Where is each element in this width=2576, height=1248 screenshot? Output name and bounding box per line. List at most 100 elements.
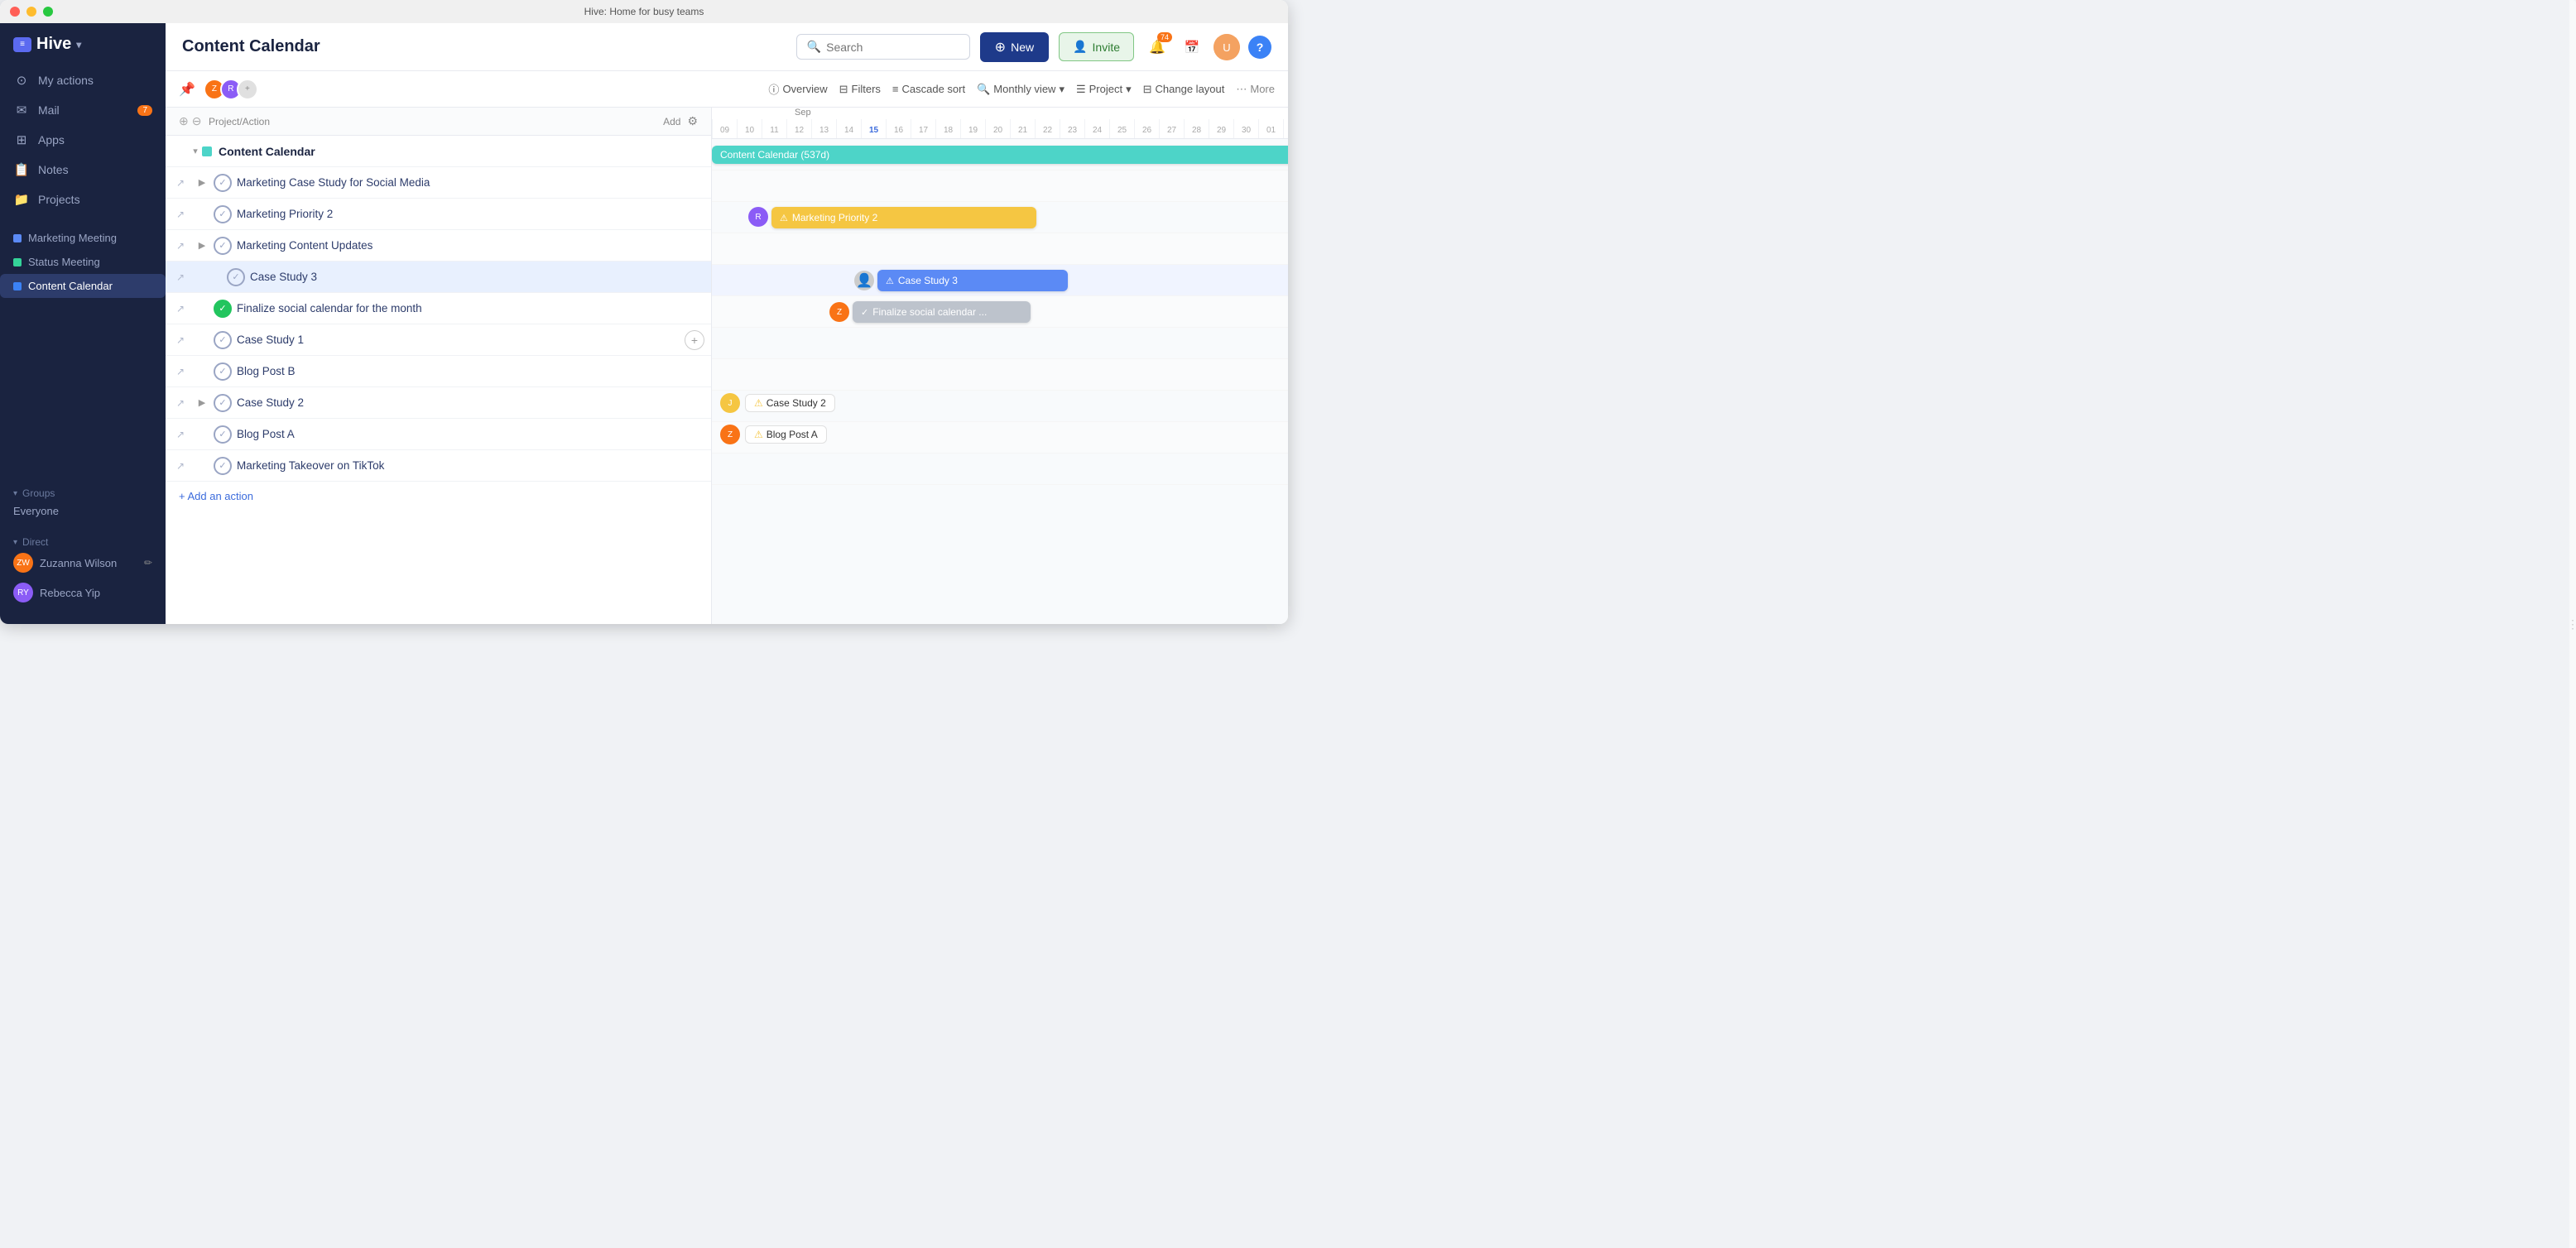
check-circle[interactable]: ✓ bbox=[214, 331, 232, 349]
day-02: 02 bbox=[1283, 119, 1288, 138]
external-link-icon[interactable]: ↗ bbox=[172, 209, 189, 220]
day-01: 01 bbox=[1258, 119, 1283, 138]
day-13: 13 bbox=[811, 119, 836, 138]
add-action-row[interactable]: + Add an action bbox=[166, 482, 711, 511]
direct-header[interactable]: ▾ Direct bbox=[13, 536, 152, 548]
expand-icon[interactable]: ▶ bbox=[195, 240, 209, 251]
check-circle[interactable]: ✓ bbox=[214, 425, 232, 444]
case-study-2-label[interactable]: J ⚠ Case Study 2 bbox=[720, 393, 835, 413]
sidebar-item-content-calendar[interactable]: Content Calendar bbox=[0, 274, 166, 298]
calendar-button[interactable]: 📅 bbox=[1179, 34, 1205, 60]
blog-post-a-label[interactable]: Z ⚠ Blog Post A bbox=[720, 425, 827, 444]
action-name[interactable]: Case Study 2 bbox=[237, 396, 704, 409]
direct-contact-rebecca[interactable]: RY Rebecca Yip bbox=[13, 578, 152, 607]
case-study-3-bar[interactable]: ⚠ Case Study 3 bbox=[877, 270, 1068, 291]
col-add-header[interactable]: Add bbox=[663, 116, 680, 127]
external-link-icon[interactable]: ↗ bbox=[172, 334, 189, 346]
collapse-all-icon[interactable]: ⊖ bbox=[192, 114, 202, 128]
project-expand-icon[interactable]: ▾ bbox=[189, 146, 202, 156]
search-box[interactable]: 🔍 bbox=[796, 34, 970, 60]
minimize-button[interactable] bbox=[26, 7, 36, 17]
traffic-lights bbox=[10, 7, 53, 17]
close-button[interactable] bbox=[10, 7, 20, 17]
pin-button[interactable]: 📌 bbox=[179, 81, 195, 98]
sidebar-item-status-meeting[interactable]: Status Meeting bbox=[0, 250, 166, 274]
finalize-social-bar[interactable]: ✓ Finalize social calendar ... bbox=[853, 301, 1031, 323]
avatar-add[interactable]: + bbox=[237, 79, 258, 100]
project-btn[interactable]: ☰ Project ▾ bbox=[1076, 83, 1132, 96]
invite-button[interactable]: 👤 Invite bbox=[1059, 32, 1134, 61]
sidebar-item-notes[interactable]: 📋 Notes bbox=[0, 155, 166, 185]
action-name[interactable]: Case Study 3 bbox=[250, 271, 704, 283]
check-circle[interactable]: ✓ bbox=[214, 205, 232, 223]
main-content: Content Calendar 🔍 ⊕ New 👤 Invite 🔔 74 bbox=[166, 23, 1288, 624]
action-name[interactable]: Blog Post B bbox=[237, 365, 704, 377]
check-circle[interactable]: ✓ bbox=[214, 362, 232, 381]
content-area: ⊕ ⊖ Project/Action Add ⚙ ▾ Content C bbox=[166, 108, 1288, 624]
action-row: ↗ ✓ Blog Post B bbox=[166, 356, 711, 387]
direct-contact-zuzanna[interactable]: ZW Zuzanna Wilson ✏ bbox=[13, 548, 152, 578]
day-09: 09 bbox=[712, 119, 737, 138]
marketing-priority-bar[interactable]: ⚠ Marketing Priority 2 bbox=[771, 207, 1036, 228]
expand-all-icon[interactable]: ⊕ bbox=[179, 114, 189, 128]
gantt-row-marketing-content bbox=[712, 233, 1288, 265]
action-name[interactable]: Marketing Priority 2 bbox=[237, 208, 704, 220]
gantt-area[interactable]: Sep 09 10 11 12 13 14 15 16 17 18 bbox=[712, 108, 1288, 624]
external-link-icon[interactable]: ↗ bbox=[172, 177, 189, 189]
sidebar-item-marketing-meeting[interactable]: Marketing Meeting bbox=[0, 226, 166, 250]
change-layout-btn[interactable]: ⊟ Change layout bbox=[1143, 83, 1225, 96]
gantt-rows: Content Calendar (537d) R ⚠ bbox=[712, 139, 1288, 485]
search-input[interactable] bbox=[826, 41, 959, 54]
app-window: Hive: Home for busy teams ≡ Hive ▾ ⊙ My … bbox=[0, 0, 1288, 624]
action-name[interactable]: Blog Post A bbox=[237, 428, 704, 440]
content-calendar-bar[interactable]: Content Calendar (537d) bbox=[712, 146, 1288, 164]
action-name[interactable]: Case Study 1 bbox=[237, 334, 685, 346]
action-name[interactable]: Marketing Content Updates bbox=[237, 239, 704, 252]
external-link-icon[interactable]: ↗ bbox=[172, 271, 189, 283]
check-circle[interactable]: ✓ bbox=[214, 300, 232, 318]
project-name: Content Calendar bbox=[219, 145, 315, 158]
action-name[interactable]: Marketing Case Study for Social Media bbox=[237, 176, 704, 189]
sidebar-item-mail[interactable]: ✉ Mail 7 bbox=[0, 95, 166, 125]
col-settings-icon[interactable]: ⚙ bbox=[687, 114, 698, 128]
check-circle[interactable]: ✓ bbox=[214, 174, 232, 192]
add-action-button[interactable]: + bbox=[685, 330, 704, 350]
gantt-row-case-study-1 bbox=[712, 328, 1288, 359]
search-icon: 🔍 bbox=[807, 40, 821, 54]
sidebar-item-apps[interactable]: ⊞ Apps bbox=[0, 125, 166, 155]
expand-icon[interactable]: ▶ bbox=[195, 177, 209, 188]
external-link-icon[interactable]: ↗ bbox=[172, 397, 189, 409]
sidebar-item-everyone[interactable]: Everyone bbox=[13, 499, 152, 523]
action-name[interactable]: Finalize social calendar for the month bbox=[237, 302, 704, 314]
filters-btn[interactable]: ⊟ Filters bbox=[839, 83, 881, 96]
external-link-icon[interactable]: ↗ bbox=[172, 240, 189, 252]
notifications-button[interactable]: 🔔 74 bbox=[1144, 34, 1170, 60]
check-circle[interactable]: ✓ bbox=[214, 457, 232, 475]
overview-btn[interactable]: ⓘ Overview bbox=[768, 81, 827, 97]
external-link-icon[interactable]: ↗ bbox=[172, 303, 189, 314]
monthly-view-btn[interactable]: 🔍 Monthly view ▾ bbox=[977, 83, 1065, 96]
sidebar-item-my-actions[interactable]: ⊙ My actions bbox=[0, 65, 166, 95]
external-link-icon[interactable]: ↗ bbox=[172, 366, 189, 377]
window-title: Hive: Home for busy teams bbox=[584, 6, 704, 17]
toolbar-right: ⓘ Overview ⊟ Filters ≡ Cascade sort 🔍 Mo… bbox=[768, 81, 1275, 97]
action-row: ↗ ✓ Blog Post A bbox=[166, 419, 711, 450]
fullscreen-button[interactable] bbox=[43, 7, 53, 17]
sidebar-item-projects[interactable]: 📁 Projects bbox=[0, 185, 166, 214]
action-name[interactable]: Marketing Takeover on TikTok bbox=[237, 459, 704, 472]
check-circle[interactable]: ✓ bbox=[214, 237, 232, 255]
external-link-icon[interactable]: ↗ bbox=[172, 429, 189, 440]
user-avatar[interactable]: U bbox=[1214, 34, 1240, 60]
logo[interactable]: ≡ Hive ▾ bbox=[13, 35, 81, 54]
help-button[interactable]: ? bbox=[1248, 36, 1271, 59]
topbar-actions: 🔔 74 📅 U ? bbox=[1144, 34, 1271, 60]
groups-header[interactable]: ▾ Groups bbox=[13, 487, 152, 499]
external-link-icon[interactable]: ↗ bbox=[172, 460, 189, 472]
expand-icon[interactable]: ▶ bbox=[195, 397, 209, 408]
cascade-sort-btn[interactable]: ≡ Cascade sort bbox=[892, 83, 965, 95]
new-button[interactable]: ⊕ New bbox=[980, 32, 1049, 62]
check-circle[interactable]: ✓ bbox=[227, 268, 245, 286]
more-btn[interactable]: ⋯ More bbox=[1236, 83, 1275, 96]
check-circle[interactable]: ✓ bbox=[214, 394, 232, 412]
gantt-avatar-case-study-3: 👤 bbox=[854, 271, 874, 290]
